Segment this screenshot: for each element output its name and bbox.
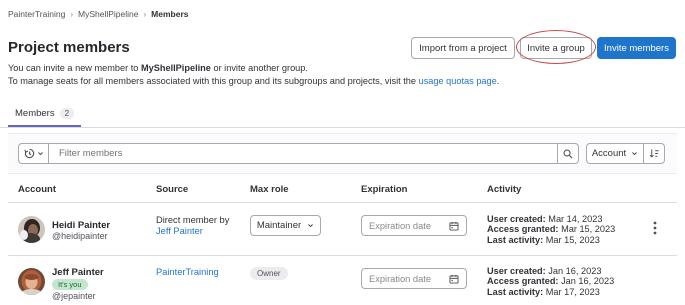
expiration-date-input[interactable]: Expiration date (361, 268, 467, 289)
column-header-max-role: Max role (250, 184, 289, 195)
breadcrumb-item-project[interactable]: MyShellPipeline (78, 9, 138, 19)
breadcrumb: PainterTraining › MyShellPipeline › Memb… (8, 9, 188, 19)
column-header-activity: Activity (487, 184, 522, 195)
tab-count-badge: 2 (59, 108, 75, 119)
column-header-source: Source (156, 184, 189, 195)
import-from-project-button[interactable]: Import from a project (411, 37, 515, 59)
member-name[interactable]: Jeff Painter (52, 267, 104, 278)
tab-label: Members (15, 108, 55, 119)
table-row: Jeff Painter It's you @jepainter Painter… (0, 256, 685, 305)
member-name[interactable]: Heidi Painter (52, 220, 110, 231)
activity-label: User created: (487, 266, 546, 276)
activity-label: Last activity: (487, 286, 544, 297)
tab-members[interactable]: Members 2 (15, 108, 75, 119)
last-activity-date: Mar 17, 2023 (545, 286, 600, 297)
usage-quotas-link[interactable]: usage quotas page (419, 76, 497, 86)
activity-label: User created: (487, 214, 546, 224)
member-username: @jepainter (52, 291, 96, 301)
search-button[interactable] (557, 143, 579, 164)
calendar-icon (449, 221, 459, 231)
role-value: Maintainer (256, 220, 302, 231)
project-name: MyShellPipeline (140, 63, 211, 73)
source-text: Direct member by (156, 215, 230, 225)
access-granted-date: Jan 16, 2023 (561, 276, 615, 287)
activity-label: Access granted: (487, 224, 559, 235)
sort-direction-button[interactable] (643, 143, 665, 164)
access-granted-date: Mar 15, 2023 (561, 224, 616, 235)
you-badge-wrap: It's you (52, 279, 88, 290)
avatar-image (18, 268, 45, 295)
expiration-placeholder: Expiration date (369, 273, 432, 284)
table-row: Heidi Painter @heidipainter Direct membe… (0, 203, 685, 255)
page-title: Project members (8, 39, 130, 56)
member-source: Direct member by Jeff Painter (156, 215, 229, 237)
breadcrumb-separator: › (70, 9, 73, 19)
user-created-date: Jan 16, 2023 (548, 266, 602, 276)
history-icon (23, 148, 34, 159)
source-link[interactable]: PainterTraining (156, 267, 219, 278)
avatar[interactable] (18, 268, 45, 295)
role-badge: Owner (250, 267, 288, 280)
description-text: To manage seats for all members associat… (8, 75, 419, 86)
avatar[interactable] (18, 216, 45, 243)
activity-label: Access granted: (487, 276, 559, 287)
sort-label: Account (591, 148, 627, 159)
filter-members-input[interactable]: Filter members (49, 143, 558, 164)
member-activity: User created: Mar 14, 2023 Access grante… (487, 214, 615, 245)
chevron-down-icon (632, 152, 638, 156)
invite-members-button[interactable]: Invite members (597, 37, 676, 59)
calendar-icon (449, 274, 459, 284)
last-activity-date: Mar 15, 2023 (545, 234, 600, 245)
column-header-account: Account (18, 184, 56, 195)
kebab-icon (653, 221, 657, 235)
member-activity: User created: Jan 16, 2023 Access grante… (487, 266, 614, 297)
expiration-date-input[interactable]: Expiration date (361, 215, 467, 236)
avatar-image (18, 216, 45, 243)
column-header-expiration: Expiration (361, 184, 408, 195)
sort-by-dropdown[interactable]: Account (586, 143, 644, 164)
search-icon (563, 149, 573, 158)
sort-icon (649, 149, 659, 158)
description-line-2: To manage seats for all members associat… (8, 75, 499, 88)
page-description: You can invite a new member to MyShellPi… (8, 62, 499, 87)
filter-placeholder: Filter members (59, 148, 123, 159)
description-text: . (496, 75, 500, 86)
expiration-placeholder: Expiration date (369, 220, 432, 231)
more-actions-button[interactable] (650, 220, 660, 236)
chevron-down-icon (308, 224, 314, 228)
description-text: You can invite a new member to (8, 63, 141, 73)
source-link[interactable]: Jeff Painter (156, 226, 229, 237)
max-role-dropdown[interactable]: Maintainer (250, 215, 321, 236)
activity-label: Last activity: (487, 234, 544, 245)
member-username: @heidipainter (52, 231, 108, 241)
user-created-date: Mar 14, 2023 (548, 214, 603, 224)
its-you-badge: It's you (52, 279, 88, 290)
breadcrumb-item-group[interactable]: PainterTraining (8, 9, 65, 19)
breadcrumb-item-current[interactable]: Members (151, 9, 188, 19)
highlight-annotation (516, 30, 596, 64)
description-line-1: You can invite a new member to MyShellPi… (8, 62, 499, 75)
chevron-down-icon (37, 152, 43, 156)
description-text: or invite another group. (210, 63, 308, 73)
breadcrumb-separator: › (143, 9, 147, 19)
tabs-divider (0, 127, 685, 128)
recent-searches-button[interactable] (18, 143, 49, 164)
